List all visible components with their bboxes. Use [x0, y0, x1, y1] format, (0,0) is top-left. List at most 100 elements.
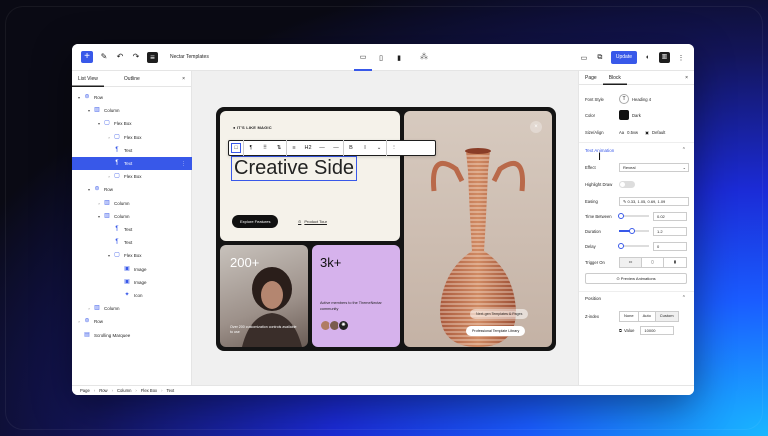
close-icon[interactable]: × [182, 76, 185, 82]
chevron-icon[interactable]: ▾ [106, 253, 112, 258]
contrast-icon[interactable]: ◐ [643, 54, 653, 61]
sidebar-icon[interactable]: ▥ [659, 52, 670, 63]
tree-item[interactable]: ¶ Text [72, 223, 192, 236]
chevron-icon[interactable]: › [86, 306, 92, 311]
tree-item[interactable]: ▾ ⊜ Row [72, 183, 192, 196]
tree-item[interactable]: › ▢ Flex Box [72, 170, 192, 183]
tab-outline[interactable]: Outline [118, 71, 146, 87]
tree-item[interactable]: › ▢ Flex Box [72, 131, 192, 144]
position-title[interactable]: Position [585, 296, 601, 301]
separator-icon[interactable]: — [329, 141, 343, 155]
desktop-icon[interactable]: ▭ [620, 257, 642, 267]
heading-level[interactable]: H2 [301, 141, 315, 155]
tree-item[interactable]: › ▥ Column [72, 197, 192, 210]
tree-item[interactable]: ▾ ▢ Flex Box [72, 117, 192, 130]
tree-item[interactable]: ¶ Text [72, 236, 192, 249]
external-icon[interactable]: ⧉ [595, 54, 605, 62]
chevron-icon[interactable]: ▾ [96, 214, 102, 219]
align-value[interactable]: Default [652, 130, 665, 135]
headline-text[interactable]: Creative Side [230, 156, 358, 181]
chevron-up-icon[interactable]: ⌃ [682, 147, 686, 153]
bold-icon[interactable]: B [344, 141, 358, 155]
tablet-icon[interactable]: ▯ [642, 257, 664, 267]
separator-icon[interactable]: — [315, 141, 329, 155]
chevron-up-icon[interactable]: ⌃ [682, 295, 686, 301]
font-style-value[interactable]: Heading 4 [632, 97, 651, 102]
mobile-icon[interactable]: ▮ [390, 44, 408, 71]
plus-icon[interactable]: + [81, 51, 93, 63]
portrait-card[interactable]: 200+ Over 200 customization controls ava… [220, 245, 308, 347]
effect-select[interactable]: Reveal ⌄ [619, 162, 689, 172]
color-value[interactable]: Dark [632, 113, 641, 118]
tree-item[interactable]: › ⊜ Row [72, 315, 192, 328]
brush-icon[interactable]: ✎ [99, 52, 109, 62]
font-icon[interactable]: T [619, 94, 629, 104]
zindex-value-input[interactable]: 10000 [640, 325, 675, 335]
tree-item[interactable]: ▾ ▥ Column [72, 104, 192, 117]
zindex-custom[interactable]: Custom [655, 311, 678, 321]
template-library-pill[interactable]: Professional Template Library [466, 326, 526, 336]
chevron-icon[interactable]: ▾ [96, 121, 102, 126]
breadcrumb-item[interactable]: Row [99, 388, 107, 393]
delay-slider[interactable] [618, 243, 649, 249]
update-button[interactable]: Update [610, 51, 637, 64]
more-icon[interactable]: ⋮ [181, 161, 186, 167]
tree-item[interactable]: ✦ Icon [72, 289, 192, 302]
select-parent-icon[interactable]: □ [229, 141, 243, 155]
tablet-icon[interactable]: ▯ [372, 44, 390, 71]
close-icon[interactable]: × [685, 75, 688, 81]
tree-item[interactable]: ▾ ⊜ Row [72, 91, 192, 104]
tab-block[interactable]: Block [603, 71, 627, 85]
product-tour-link[interactable]: ⊙ Product Tour [298, 219, 327, 224]
more-icon[interactable]: ⋮ [387, 141, 401, 155]
duration-input[interactable]: 1.2 [653, 226, 687, 236]
more-icon[interactable]: ⋮ [676, 54, 686, 62]
drag-icon[interactable]: ⠿ [258, 141, 272, 155]
chevron-icon[interactable]: › [106, 135, 112, 140]
tab-list-view[interactable]: List View [72, 71, 104, 87]
tree-item[interactable]: ▣ Image [72, 263, 192, 276]
chevron-icon[interactable]: › [76, 319, 82, 324]
chevron-icon[interactable]: ▾ [86, 108, 92, 113]
chevron-icon[interactable]: ▾ [86, 187, 92, 192]
zindex-auto[interactable]: Auto [639, 311, 656, 321]
explore-features-button[interactable]: Explore Features [232, 215, 279, 228]
align-icon[interactable]: ≡ [287, 141, 301, 155]
time-between-slider[interactable] [618, 213, 649, 219]
stats-card[interactable]: 3k+ Active members to the ThemeNectar co… [312, 245, 400, 347]
view-icon[interactable]: ▭ [579, 54, 589, 62]
easing-input[interactable]: ✎ 0.33, 1.05, 0.69, 1.09 [619, 196, 689, 206]
breadcrumb-item[interactable]: Text [167, 388, 175, 393]
tree-item[interactable]: ▤ Scrolling Marquee [72, 329, 192, 342]
tree-item[interactable]: ▾ ▥ Column [72, 210, 192, 223]
tree-item[interactable]: ▾ ▢ Flex Box [72, 249, 192, 262]
tab-page[interactable]: Page [579, 71, 603, 85]
italic-icon[interactable]: I [358, 141, 372, 155]
breadcrumb-item[interactable]: Column [117, 388, 131, 393]
tree-item[interactable]: ▣ Image [72, 276, 192, 289]
tree-item[interactable]: ¶ Text ⋮ [72, 157, 192, 170]
breadcrumb-item[interactable]: Flex Box [141, 388, 157, 393]
close-circle-icon[interactable]: × [530, 121, 542, 133]
chevron-icon[interactable]: › [96, 201, 102, 206]
sparkle-icon[interactable]: ⁂ [420, 52, 428, 61]
redo-icon[interactable]: ↷ [131, 52, 141, 62]
color-swatch[interactable] [619, 110, 629, 120]
highlight-toggle[interactable] [619, 180, 635, 188]
tree-item[interactable]: › ▥ Column [72, 302, 192, 315]
undo-icon[interactable]: ↶ [115, 52, 125, 62]
site-title[interactable]: Nectar Templates [170, 54, 209, 60]
desktop-icon[interactable]: ▭ [354, 44, 372, 71]
more-formatting-icon[interactable]: ⌄ [372, 141, 386, 155]
zindex-none[interactable]: None [620, 311, 639, 321]
mobile-icon[interactable]: ▮ [664, 258, 686, 267]
duration-slider[interactable] [619, 228, 649, 234]
delay-input[interactable]: 0 [653, 241, 687, 251]
time-between-input[interactable]: 0.02 [653, 211, 687, 221]
preview-animations-button[interactable]: ⊙ Preview Animations [585, 273, 687, 284]
move-icon[interactable]: ⇅ [272, 141, 286, 155]
breadcrumb-item[interactable]: Page [80, 388, 90, 393]
tree-item[interactable]: ¶ Text [72, 144, 192, 157]
hero-card[interactable]: ● IT'S LIKE MAGIC Creative Side Explore … [220, 111, 400, 241]
kicker-text[interactable]: ● IT'S LIKE MAGIC [233, 125, 272, 130]
